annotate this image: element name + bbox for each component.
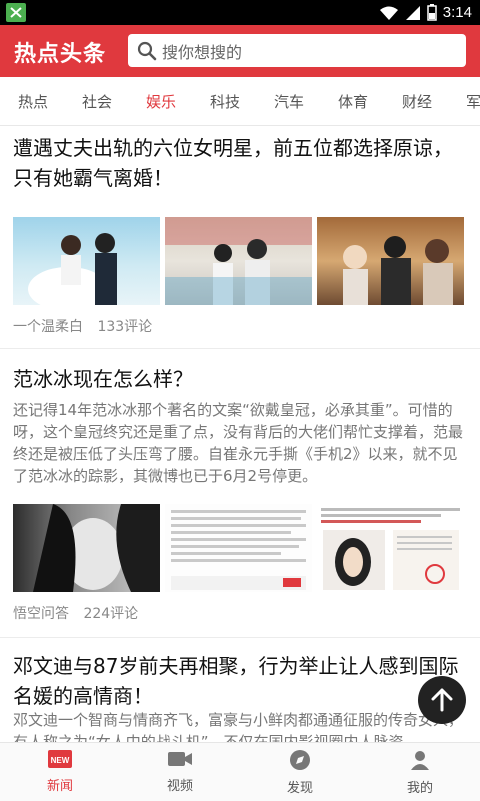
article-title[interactable]: 范冰冰现在怎么样？: [13, 364, 465, 394]
app-header: 热点头条 搜你想搜的: [0, 25, 480, 77]
app-title: 热点头条: [14, 42, 107, 67]
scroll-to-top-button[interactable]: [418, 676, 466, 724]
signal-icon: [405, 5, 420, 20]
article-image[interactable]: [13, 217, 160, 305]
article-source: 悟空问答: [13, 606, 69, 622]
bottom-navigation: NEW 新闻 视频 发现 我的: [0, 742, 480, 801]
article-images[interactable]: [13, 217, 464, 305]
news-icon: NEW: [48, 750, 72, 768]
discover-icon: [290, 750, 310, 770]
app-notification-icon: [6, 3, 26, 22]
article-source: 一个温柔白: [13, 319, 83, 335]
nav-label: 新闻: [46, 779, 73, 794]
divider: [0, 348, 480, 349]
nav-video[interactable]: 视频: [140, 749, 220, 794]
status-time: 3:14: [442, 4, 472, 21]
tab-sports[interactable]: 体育: [338, 91, 368, 112]
search-placeholder: 搜你想搜的: [162, 42, 243, 62]
status-bar: 3:14: [0, 0, 480, 25]
video-icon: [168, 752, 192, 766]
wifi-icon: [379, 6, 398, 20]
nav-label: 视频: [166, 779, 193, 794]
divider: [0, 637, 480, 638]
article-summary[interactable]: 还记得14年范冰冰那个著名的文案“欲戴皇冠，必承其重”。可惜的呀，这个皇冠终究还…: [13, 399, 465, 487]
article-summary[interactable]: 邓文迪一个智商与情商齐飞，富豪与小鲜肉都通通征服的传奇女人，有人称之为“女人中的…: [13, 709, 465, 742]
tab-finance[interactable]: 财经: [402, 91, 432, 112]
battery-icon: [427, 4, 437, 21]
tab-society[interactable]: 社会: [82, 91, 112, 112]
article-comments: 224评论: [83, 606, 139, 622]
tab-entertainment[interactable]: 娱乐: [146, 91, 176, 112]
nav-label: 我的: [406, 781, 433, 796]
article-meta: 一个温柔白 133评论: [13, 316, 162, 336]
article-title[interactable]: 遭遇丈夫出轨的六位女明星，前五位都选择原谅，只有她霸气离婚！: [13, 133, 465, 193]
article-meta: 悟空问答 224评论: [13, 603, 148, 623]
article-image[interactable]: [165, 217, 312, 305]
article-image[interactable]: [13, 504, 160, 592]
search-icon: [137, 41, 157, 60]
article-title[interactable]: 邓文迪与87岁前夫再相聚，行为举止让人感到国际名媛的高情商！: [13, 651, 465, 711]
tab-tech[interactable]: 科技: [210, 91, 240, 112]
news-badge: NEW: [51, 756, 70, 765]
article-image[interactable]: [317, 217, 464, 305]
category-tabs: 热点 社会 娱乐 科技 汽车 体育 财经 军: [0, 77, 480, 126]
tab-hot[interactable]: 热点: [18, 91, 48, 112]
nav-label: 发现: [286, 781, 313, 796]
article-comments: 133评论: [97, 319, 153, 335]
nav-profile[interactable]: 我的: [380, 749, 460, 796]
tab-military[interactable]: 军: [466, 91, 480, 112]
article-image[interactable]: [317, 504, 464, 592]
nav-news[interactable]: NEW 新闻: [20, 749, 100, 794]
search-input[interactable]: 搜你想搜的: [128, 34, 466, 67]
tab-auto[interactable]: 汽车: [274, 91, 304, 112]
nav-discover[interactable]: 发现: [260, 749, 340, 796]
arrow-up-icon: [431, 688, 453, 712]
article-images[interactable]: [13, 504, 464, 592]
profile-icon: [411, 751, 429, 770]
article-image[interactable]: [165, 504, 312, 592]
